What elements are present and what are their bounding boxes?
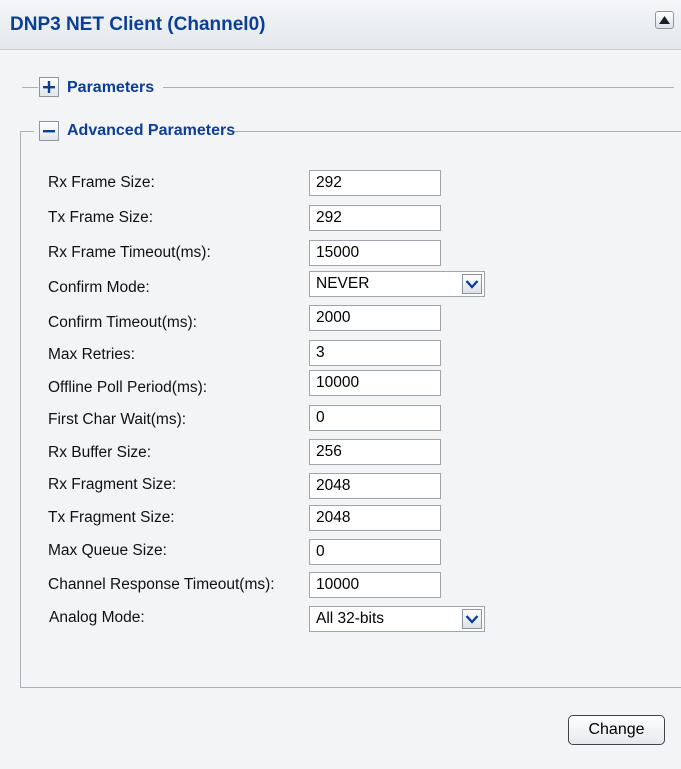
channel-response-timeout-input[interactable]: [309, 572, 441, 598]
parameters-section-label[interactable]: Parameters: [67, 79, 154, 97]
rx-buffer-size-label: Rx Buffer Size:: [48, 444, 152, 461]
plus-icon: [43, 81, 55, 93]
max-queue-size-label: Max Queue Size:: [48, 542, 167, 559]
panel-header: DNP3 NET Client (Channel0): [0, 0, 681, 50]
max-retries-label: Max Retries:: [48, 346, 135, 363]
confirm-mode-value: NEVER: [316, 275, 370, 292]
parameters-expand-toggle[interactable]: [39, 77, 59, 97]
rx-buffer-size-input[interactable]: [309, 439, 441, 465]
tx-frame-size-label: Tx Frame Size:: [48, 209, 154, 226]
change-button[interactable]: Change: [568, 715, 665, 745]
rx-fragment-size-label: Rx Fragment Size:: [48, 476, 177, 493]
rx-frame-size-label: Rx Frame Size:: [48, 174, 155, 191]
max-queue-size-input[interactable]: [309, 539, 441, 565]
minus-icon: [43, 130, 55, 133]
tx-fragment-size-label: Tx Fragment Size:: [48, 509, 175, 526]
confirm-timeout-label: Confirm Timeout(ms):: [48, 314, 197, 331]
rx-frame-timeout-input[interactable]: [309, 240, 441, 266]
collapse-panel-button[interactable]: [655, 11, 674, 29]
panel-title: DNP3 NET Client (Channel0): [10, 14, 266, 35]
confirm-mode-select[interactable]: NEVER: [309, 271, 485, 297]
rx-frame-size-input[interactable]: [309, 170, 441, 196]
analog-mode-value: All 32-bits: [316, 610, 385, 627]
offline-poll-period-input[interactable]: [309, 370, 441, 396]
analog-mode-dropdown-button[interactable]: [462, 609, 482, 629]
analog-mode-label: Analog Mode:: [49, 609, 145, 626]
advanced-parameters-section-label[interactable]: Advanced Parameters: [67, 122, 235, 140]
channel-response-timeout-label: Channel Response Timeout(ms):: [48, 576, 275, 593]
chevron-down-icon: [465, 280, 479, 289]
first-char-wait-label: First Char Wait(ms):: [48, 411, 187, 428]
advanced-parameters-collapse-toggle[interactable]: [39, 121, 59, 141]
parameters-divider-right: [163, 87, 674, 88]
triangle-up-icon: [659, 16, 670, 24]
offline-poll-period-label: Offline Poll Period(ms):: [48, 379, 208, 396]
analog-mode-select[interactable]: All 32-bits: [309, 606, 485, 632]
first-char-wait-input[interactable]: [309, 405, 441, 431]
tx-fragment-size-input[interactable]: [309, 505, 441, 531]
tx-frame-size-input[interactable]: [309, 205, 441, 231]
rx-fragment-size-input[interactable]: [309, 473, 441, 499]
rx-frame-timeout-label: Rx Frame Timeout(ms):: [48, 244, 211, 261]
confirm-mode-label: Confirm Mode:: [48, 279, 150, 296]
parameters-divider-left: [22, 87, 38, 88]
max-retries-input[interactable]: [309, 340, 441, 366]
confirm-mode-dropdown-button[interactable]: [462, 274, 482, 294]
confirm-timeout-input[interactable]: [309, 305, 441, 331]
chevron-down-icon: [465, 615, 479, 624]
